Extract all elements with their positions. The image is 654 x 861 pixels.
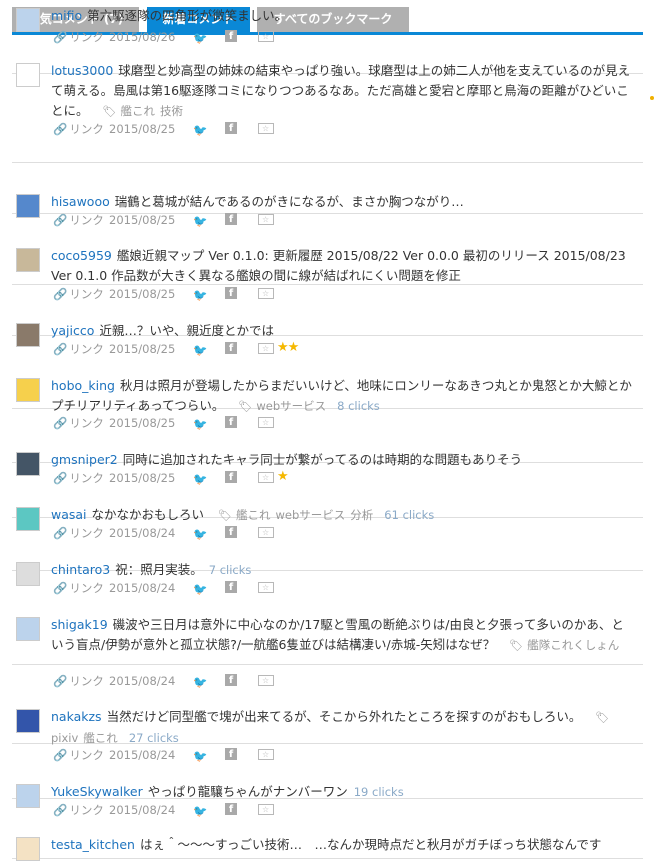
comment-list: mifio第六駆逐隊の四角形が微笑ましい。🔗リンク2015/08/26🐦flot… (12, 8, 643, 861)
comment-body: mifio 第六駆逐隊の四角形が微笑ましい。 (51, 6, 635, 26)
link-icon: 🔗 (53, 30, 68, 44)
comment-date[interactable]: 2015/08/25 (109, 121, 175, 137)
avatar[interactable] (16, 378, 40, 402)
avatar[interactable] (16, 709, 40, 733)
comment-item: gmsniper2 同時に追加されたキャラ同士が繋がってるのは時期的な問題もありそ… (12, 409, 643, 486)
comment-body: lotus3000 球磨型と妙高型の姉妹の結束やっぱり強い。球磨型は上の姉二人が他… (51, 61, 635, 122)
tag-link[interactable]: pixiv (51, 731, 78, 745)
twitter-share-icon[interactable]: 🐦 (193, 30, 207, 46)
comment-item: YukeSkywalker やっぱり龍驤ちゃんがナンバーワン 19 clicks 🔗 リ… (12, 744, 643, 818)
link-label: リンク (69, 30, 104, 44)
facebook-share-icon[interactable]: f (225, 30, 237, 42)
link-icon: 🔗 (53, 122, 68, 136)
avatar[interactable] (16, 248, 40, 272)
comment-body: hisawooo 瑞鶴と葛城が結んであるのがきになるが、まさか胸つながり… (51, 192, 635, 212)
comment-body: testa_kitchen はぇ＾〜〜〜すっごい技術… …なんか現時点だと秋月がガ… (51, 835, 635, 855)
username-link[interactable]: coco5959 (51, 248, 112, 263)
tag-link[interactable]: 艦隊これくしょん (527, 638, 619, 652)
avatar[interactable] (16, 617, 40, 641)
avatar[interactable] (16, 63, 40, 87)
click-count[interactable]: 27 clicks (129, 731, 179, 745)
tag-link[interactable]: 艦これ (83, 731, 118, 745)
link-label: リンク (69, 122, 104, 136)
comment-text: 当然だけど同型艦で塊が出来てるが、そこから外れたところを探すのがおもしろい。 (106, 709, 582, 724)
scroll-indicator (650, 96, 654, 100)
comment-item: chintaro3 祝：照月実装。 7 clicks 🔗 リンク 2015/08/24 🐦 f (12, 518, 643, 596)
username-link[interactable]: YukeSkywalker (51, 784, 143, 799)
avatar[interactable] (16, 8, 40, 32)
permalink[interactable]: 🔗 リンク (53, 122, 104, 136)
click-count[interactable]: 19 clicks (354, 785, 404, 799)
username-link[interactable]: testa_kitchen (51, 837, 135, 852)
add-star-icon[interactable] (258, 29, 274, 45)
comment-body: coco5959 艦娘近親マップ Ver 0.1.0: 更新履歴 2015/08/… (51, 246, 635, 286)
comment-item: hobo_king 秋月は照月が登場したからまだいいけど、地味にロンリーなあきつ丸… (12, 336, 643, 431)
comment-text: 第六駆逐隊の四角形が微笑ましい。 (87, 8, 288, 23)
username-link[interactable]: shigak19 (51, 617, 108, 632)
comment-item: wasai なかなかおもしろい 🏷 艦これ webサービス 分析 61 clicks 🔗 リンク… (12, 463, 643, 541)
comment-item: lotus3000 球磨型と妙高型の姉妹の結束やっぱり強い。球磨型は上の姉二人が他… (12, 63, 643, 163)
comment-item: testa_kitchen はぇ＾〜〜〜すっごい技術… …なんか現時点だと秋月がガ… (12, 799, 643, 861)
tag-icon: 🏷 (102, 105, 117, 118)
avatar[interactable] (16, 837, 40, 861)
add-star-icon[interactable] (258, 121, 274, 137)
comment-text: 艦娘近親マップ Ver 0.1.0: 更新履歴 2015/08/22 Ver 0… (51, 248, 626, 283)
username-link[interactable]: mifio (51, 8, 82, 23)
comment-meta: 🔗 リンク 2015/08/25 🐦 f (53, 121, 274, 137)
twitter-share-icon[interactable]: 🐦 (193, 122, 207, 138)
tag-link[interactable]: 技術 (160, 104, 183, 118)
username-link[interactable]: hobo_king (51, 378, 115, 393)
comment-text: 瑞鶴と葛城が結んであるのがきになるが、まさか胸つながり… (114, 194, 464, 209)
username-link[interactable]: hisawooo (51, 194, 110, 209)
comment-item: coco5959 艦娘近親マップ Ver 0.1.0: 更新履歴 2015/08/… (12, 214, 643, 302)
tag-icon: 🏷 (509, 639, 524, 652)
comment-text: はぇ＾〜〜〜すっごい技術… …なんか現時点だと秋月がガチぼっち状態なんです (139, 837, 602, 852)
comment-item: yajicco近親…？いや、親近度とかでは🔗リンク2015/08/25🐦f★★ (12, 285, 643, 357)
comment-item: hisawooo 瑞鶴と葛城が結んであるのがきになるが、まさか胸つながり… 🔗 リンク… (12, 163, 643, 228)
username-link[interactable]: lotus3000 (51, 63, 113, 78)
comment-text: やっぱり龍驤ちゃんがナンバーワン (147, 784, 348, 799)
permalink[interactable]: 🔗 リンク (53, 30, 104, 44)
facebook-share-icon[interactable]: f (225, 122, 237, 134)
comment-item: shigak19 磯波や三日月は意外に中心なのか/17駆と雪風の断絶ぶりは/由良と… (12, 571, 643, 689)
comment-body: nakakzs 当然だけど同型艦で塊が出来てるが、そこから外れたところを探すのがお… (51, 707, 635, 748)
tag-link[interactable]: 艦これ (120, 104, 155, 118)
comment-item: nakakzs 当然だけど同型艦で塊が出来てるが、そこから外れたところを探すのがお… (12, 665, 643, 763)
tag-icon: 🏷 (595, 711, 610, 724)
comment-date[interactable]: 2015/08/26 (109, 29, 175, 45)
comment-body: shigak19 磯波や三日月は意外に中心なのか/17駆と雪風の断絶ぶりは/由良と… (51, 615, 635, 656)
comment-meta: 🔗 リンク 2015/08/26 🐦 f (53, 29, 274, 45)
username-link[interactable]: nakakzs (51, 709, 102, 724)
